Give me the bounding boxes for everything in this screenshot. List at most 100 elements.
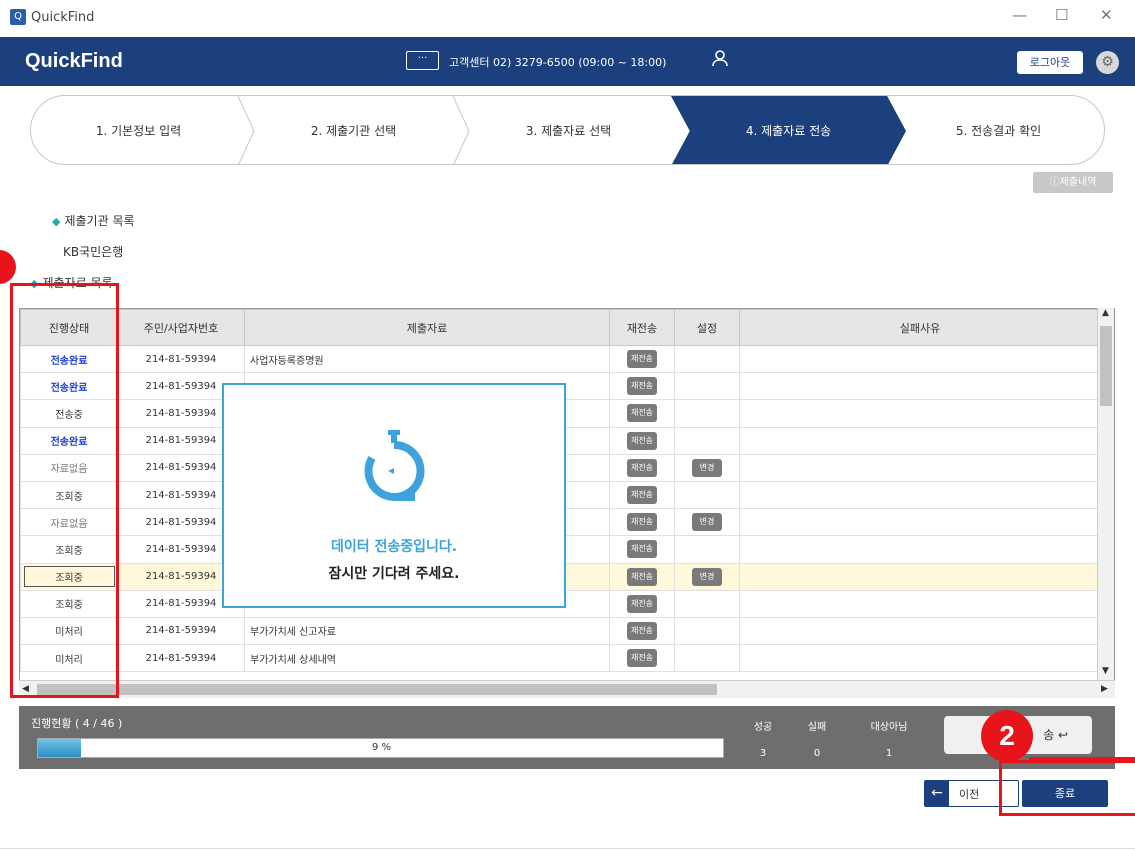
- row-resend-button[interactable]: 재전송: [627, 486, 657, 505]
- row-change-button[interactable]: 변경: [692, 567, 722, 586]
- row-resend: 재전송: [609, 453, 675, 482]
- chat-icon: ···: [406, 51, 439, 70]
- row-change-button[interactable]: 변경: [692, 458, 722, 477]
- step-indicator: 1. 기본정보 입력 2. 제출기관 선택 3. 제출자료 선택 4. 제출자료…: [30, 95, 1105, 165]
- table-row[interactable]: 미처리 214-81-59394 부가가치세 신고자료 재전송: [20, 616, 1101, 646]
- scroll-up-icon[interactable]: ▲: [1102, 308, 1109, 318]
- row-settings: [674, 344, 740, 374]
- support-contact: 고객센터 02) 3279-6500 (09:00 ~ 18:00): [449, 56, 667, 69]
- row-resend: 재전송: [609, 508, 675, 537]
- row-resend-button[interactable]: 재전송: [627, 458, 657, 477]
- row-fail-reason: [739, 589, 1101, 618]
- stat-na-value: 1: [885, 748, 893, 759]
- scroll-down-icon[interactable]: ▼: [1102, 666, 1109, 676]
- row-fail-reason: [739, 508, 1101, 537]
- org-section-label: 제출기관 목록: [64, 214, 135, 228]
- row-settings: [674, 644, 740, 673]
- row-resend-button[interactable]: 재전송: [627, 649, 657, 668]
- row-resend-button[interactable]: 재전송: [627, 594, 657, 613]
- col-resend[interactable]: 재전송: [609, 309, 675, 346]
- table-row[interactable]: 미처리 214-81-59394 부가가치세 상세내역 재전송: [20, 644, 1101, 673]
- row-document-name: 사업자등록증명원: [250, 355, 324, 367]
- progress-bar: 9 %: [37, 738, 724, 758]
- row-resend-button[interactable]: 재전송: [627, 513, 657, 532]
- row-settings: [674, 480, 740, 510]
- row-change-button[interactable]: 변경: [692, 513, 722, 532]
- row-resend: 재전송: [609, 535, 675, 564]
- arrow-left-icon: ←: [925, 781, 949, 806]
- scroll-right-icon[interactable]: ▶: [1101, 684, 1108, 694]
- app-header: QuickFind ··· 고객센터 02) 3279-6500 (09:00 …: [0, 37, 1135, 86]
- person-icon[interactable]: [712, 49, 730, 71]
- row-resend-button[interactable]: 재전송: [627, 377, 657, 396]
- footer-divider: [0, 848, 1135, 849]
- scroll-thumb[interactable]: [1100, 326, 1112, 406]
- row-fail-reason: [739, 562, 1101, 591]
- row-settings: [674, 372, 740, 401]
- annotation-marker-1: [0, 250, 16, 284]
- row-resend-button[interactable]: 재전송: [627, 431, 657, 450]
- scroll-thumb-h[interactable]: [37, 684, 717, 695]
- vertical-scrollbar[interactable]: ▲ ▼: [1097, 308, 1114, 680]
- stopwatch-icon: [364, 430, 425, 501]
- annotation-line: [1029, 757, 1135, 760]
- row-resend: 재전송: [609, 399, 675, 428]
- step-5: 5. 전송결과 확인: [955, 124, 1042, 138]
- diamond-icon: ◆: [52, 215, 61, 228]
- row-fail-reason: [739, 344, 1101, 374]
- table-row[interactable]: 전송완료 214-81-59394 사업자등록증명원 재전송: [20, 344, 1101, 374]
- row-settings: 변경: [674, 508, 740, 537]
- close-button[interactable]: ✕: [1100, 6, 1113, 24]
- maximize-button[interactable]: ☐: [1055, 6, 1068, 24]
- stat-na-label: 대상아님: [870, 722, 908, 733]
- row-fail-reason: [739, 399, 1101, 428]
- transfer-progress-dialog: 데이터 전송중입니다. 잠시만 기다려 주세요.: [222, 383, 566, 608]
- stat-success-value: 3: [759, 748, 767, 759]
- step-chevron: [237, 96, 255, 164]
- row-resend-button[interactable]: 재전송: [627, 404, 657, 423]
- org-section-title: ◆ 제출기관 목록: [52, 212, 135, 229]
- minimize-button[interactable]: —: [1012, 6, 1027, 24]
- row-fail-reason: [739, 372, 1101, 401]
- annotation-box-2: [999, 760, 1135, 816]
- dialog-message-2: 잠시만 기다려 주세요.: [328, 566, 460, 582]
- document-table: 진행상태 주민/사업자번호 제출자료 재전송 설정 실패사유 전송완료 214-8…: [19, 308, 1115, 698]
- horizontal-scrollbar[interactable]: ◀ ▶: [19, 680, 1115, 698]
- stat-success-label: 성공: [753, 722, 773, 733]
- row-fail-reason: [739, 535, 1101, 564]
- gear-icon[interactable]: ⚙: [1096, 51, 1119, 74]
- row-resend-button[interactable]: 재전송: [627, 567, 657, 586]
- row-document: 사업자등록증명원: [244, 344, 610, 374]
- row-document: 부가가치세 상세내역: [244, 644, 610, 673]
- row-fail-reason: [739, 453, 1101, 482]
- row-resend-button[interactable]: 재전송: [627, 540, 657, 559]
- step-3: 3. 제출자료 선택: [525, 124, 612, 138]
- stat-fail-label: 실패: [807, 722, 827, 733]
- col-id[interactable]: 주민/사업자번호: [117, 309, 245, 346]
- col-fail-reason[interactable]: 실패사유: [739, 309, 1101, 346]
- logout-button[interactable]: 로그아웃: [1017, 51, 1083, 74]
- row-settings: 변경: [674, 453, 740, 482]
- row-id: 214-81-59394: [117, 344, 245, 374]
- row-settings: [674, 589, 740, 618]
- logo: QuickFind: [25, 50, 123, 72]
- row-resend: 재전송: [609, 426, 675, 455]
- col-settings[interactable]: 설정: [674, 309, 740, 346]
- row-id: 214-81-59394: [117, 616, 245, 646]
- stat-fail-value: 0: [813, 748, 821, 759]
- row-resend-button[interactable]: 재전송: [627, 621, 657, 640]
- row-settings: 변경: [674, 562, 740, 591]
- dialog-message-1: 데이터 전송중입니다.: [330, 539, 458, 555]
- return-icon: ↩: [1057, 728, 1068, 742]
- col-document[interactable]: 제출자료: [244, 309, 610, 346]
- step-4-active: 4. 제출자료 전송: [671, 96, 906, 164]
- row-settings: [674, 616, 740, 646]
- app-icon: Q: [10, 9, 26, 25]
- row-settings: [674, 399, 740, 428]
- annotation-marker-2: 2: [981, 710, 1033, 762]
- window-title: QuickFind: [31, 10, 95, 25]
- window-titlebar: Q QuickFind — ☐ ✕: [0, 0, 1135, 37]
- row-resend-button[interactable]: 재전송: [627, 350, 657, 369]
- submission-history-button[interactable]: ⓘ제출내역: [1033, 172, 1113, 193]
- row-resend: 재전송: [609, 616, 675, 646]
